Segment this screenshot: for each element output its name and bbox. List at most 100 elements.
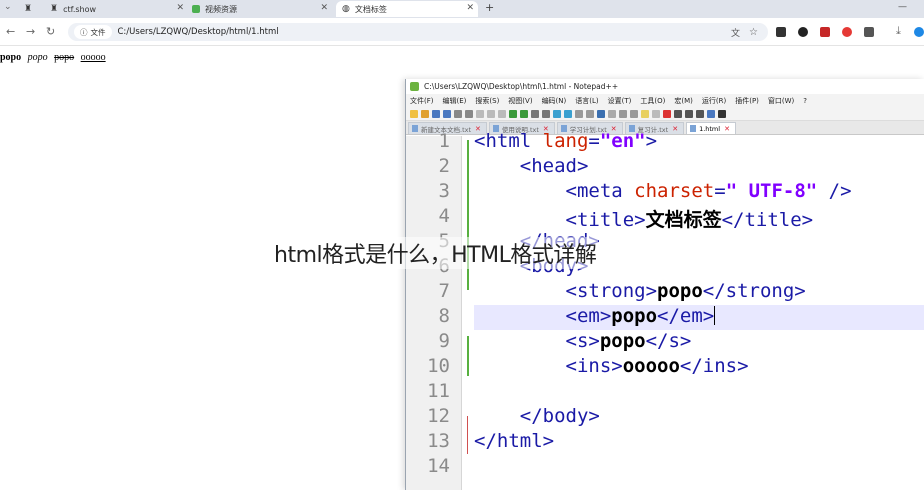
record-macro-icon[interactable] bbox=[663, 109, 671, 118]
extension-icon[interactable] bbox=[842, 27, 852, 37]
site-info-chip[interactable]: ⓘ 文件 bbox=[74, 25, 112, 39]
npp-menu-item[interactable]: ? bbox=[803, 97, 807, 105]
show-all-icon[interactable] bbox=[608, 109, 616, 118]
line-number: 4 bbox=[438, 205, 450, 227]
find-icon[interactable] bbox=[531, 109, 539, 118]
close-icon[interactable] bbox=[454, 109, 462, 118]
code-token: <em> bbox=[565, 305, 612, 327]
undo-icon[interactable] bbox=[509, 109, 517, 118]
bookmark-star-icon[interactable]: ☆ bbox=[749, 27, 758, 38]
code-line[interactable]: 10 <ins>ooooo</ins> bbox=[406, 355, 924, 380]
download-icon[interactable]: ⤓ bbox=[896, 24, 901, 38]
line-number: 11 bbox=[427, 380, 450, 402]
word-wrap-icon[interactable] bbox=[586, 109, 594, 118]
reload-icon[interactable]: ↻ bbox=[46, 25, 55, 38]
sync-scroll-icon[interactable] bbox=[575, 109, 583, 118]
folder-workspace-icon[interactable] bbox=[641, 109, 649, 118]
new-tab-button[interactable]: + bbox=[485, 1, 494, 14]
code-token: popo bbox=[599, 330, 646, 352]
close-tab-icon[interactable]: ✕ bbox=[176, 3, 184, 13]
run-macro-multiple-icon[interactable] bbox=[696, 109, 704, 118]
npp-menu-item[interactable]: 编码(N) bbox=[542, 96, 567, 106]
npp-menu-item[interactable]: 搜索(S) bbox=[475, 96, 499, 106]
npp-menu-item[interactable]: 运行(R) bbox=[702, 96, 726, 106]
npp-menu-item[interactable]: 编辑(E) bbox=[443, 96, 467, 106]
npp-menu-item[interactable]: 插件(P) bbox=[735, 96, 759, 106]
info-icon: ⓘ bbox=[80, 27, 88, 37]
back-icon[interactable]: ← bbox=[6, 25, 15, 38]
save-all-icon[interactable] bbox=[443, 109, 451, 118]
indent-guide-icon[interactable] bbox=[597, 109, 605, 118]
npp-menu-item[interactable]: 视图(V) bbox=[508, 96, 532, 106]
replace-icon[interactable] bbox=[542, 109, 550, 118]
npp-menu-item[interactable]: 设置(T) bbox=[608, 96, 632, 106]
person-icon: ♜ bbox=[50, 4, 59, 14]
cut-icon[interactable] bbox=[476, 109, 484, 118]
code-line[interactable]: 1 <html lang="en"> bbox=[406, 130, 924, 155]
close-tab-icon[interactable]: ✕ bbox=[320, 3, 328, 13]
tab-document[interactable]: ◍ 文档标签 ✕ bbox=[336, 1, 478, 17]
code-text: </body> bbox=[474, 405, 600, 427]
code-line[interactable]: 9 <s>popo</s> bbox=[406, 330, 924, 355]
extension-icon[interactable] bbox=[820, 27, 830, 37]
code-line[interactable]: 12 </body> bbox=[406, 405, 924, 430]
npp-menu-item[interactable]: 工具(O) bbox=[640, 96, 665, 106]
npp-title: C:\Users\LZQWQ\Desktop\html\1.html - Not… bbox=[424, 82, 619, 91]
new-file-icon[interactable] bbox=[410, 109, 418, 118]
paste-icon[interactable] bbox=[498, 109, 506, 118]
code-line[interactable]: 4 <title>文档标签</title> bbox=[406, 205, 924, 231]
close-tab-icon[interactable]: ✕ bbox=[466, 3, 474, 13]
print-icon[interactable] bbox=[465, 109, 473, 118]
tab-pinned[interactable]: ♜ bbox=[24, 1, 48, 17]
abc-icon[interactable] bbox=[718, 109, 726, 118]
inserted-text: ooooo bbox=[80, 52, 106, 63]
tab-video[interactable]: 视频资源 ✕ bbox=[192, 1, 332, 17]
code-token: </body> bbox=[519, 405, 600, 427]
code-line[interactable]: 3 <meta charset=" UTF-8" /> bbox=[406, 180, 924, 205]
code-line[interactable]: 11 bbox=[406, 380, 924, 405]
npp-menu-item[interactable]: 宏(M) bbox=[674, 96, 693, 106]
zoom-out-icon[interactable] bbox=[564, 109, 572, 118]
extension-icon[interactable] bbox=[776, 27, 786, 37]
code-line[interactable]: 14 bbox=[406, 455, 924, 480]
extension-icon[interactable] bbox=[798, 27, 808, 37]
zoom-in-icon[interactable] bbox=[553, 109, 561, 118]
address-bar[interactable]: ⓘ 文件 C:/Users/LZQWQ/Desktop/html/1.html … bbox=[68, 23, 768, 41]
translate-icon[interactable]: 文 bbox=[731, 26, 740, 39]
copy-icon[interactable] bbox=[487, 109, 495, 118]
save-icon[interactable] bbox=[432, 109, 440, 118]
avatar[interactable] bbox=[914, 27, 924, 37]
tab-label: 视频资源 bbox=[205, 4, 237, 14]
code-text: <ins>ooooo</ins> bbox=[474, 355, 749, 377]
play-macro-icon[interactable] bbox=[685, 109, 693, 118]
npp-menu-item[interactable]: 窗口(W) bbox=[768, 96, 794, 106]
function-list-icon[interactable] bbox=[630, 109, 638, 118]
code-editor[interactable]: 1 <html lang="en"> 2 <head> 3 <meta charset… bbox=[406, 130, 924, 490]
tab-search-chevron-icon[interactable]: ⌄ bbox=[4, 2, 12, 12]
npp-menu-item[interactable]: 语言(L) bbox=[575, 96, 598, 106]
forward-icon[interactable]: → bbox=[26, 25, 35, 38]
minimize-icon[interactable]: — bbox=[898, 2, 907, 12]
tab-ctf-show[interactable]: ♜ ctf.show ✕ bbox=[50, 1, 188, 17]
code-token: lang bbox=[542, 130, 589, 152]
code-line[interactable]: 13 </html> bbox=[406, 430, 924, 455]
code-line[interactable]: 2 <head> bbox=[406, 155, 924, 180]
code-line[interactable]: 8 <em>popo</em> bbox=[439, 305, 924, 330]
code-token: > bbox=[645, 130, 658, 152]
code-line[interactable]: 7 <strong>popo</strong> bbox=[406, 280, 924, 305]
npp-menu-item[interactable]: 文件(F) bbox=[410, 96, 434, 106]
code-token: <ins> bbox=[565, 355, 623, 377]
open-file-icon[interactable] bbox=[421, 109, 429, 118]
puzzle-icon[interactable] bbox=[864, 27, 874, 37]
stop-macro-icon[interactable] bbox=[674, 109, 682, 118]
save-macro-icon[interactable] bbox=[707, 109, 715, 118]
redo-icon[interactable] bbox=[520, 109, 528, 118]
code-token: 文档标签 bbox=[645, 209, 722, 231]
code-token: popo bbox=[611, 305, 658, 327]
doc-map-icon[interactable] bbox=[619, 109, 627, 118]
monitor-icon[interactable] bbox=[652, 109, 660, 118]
